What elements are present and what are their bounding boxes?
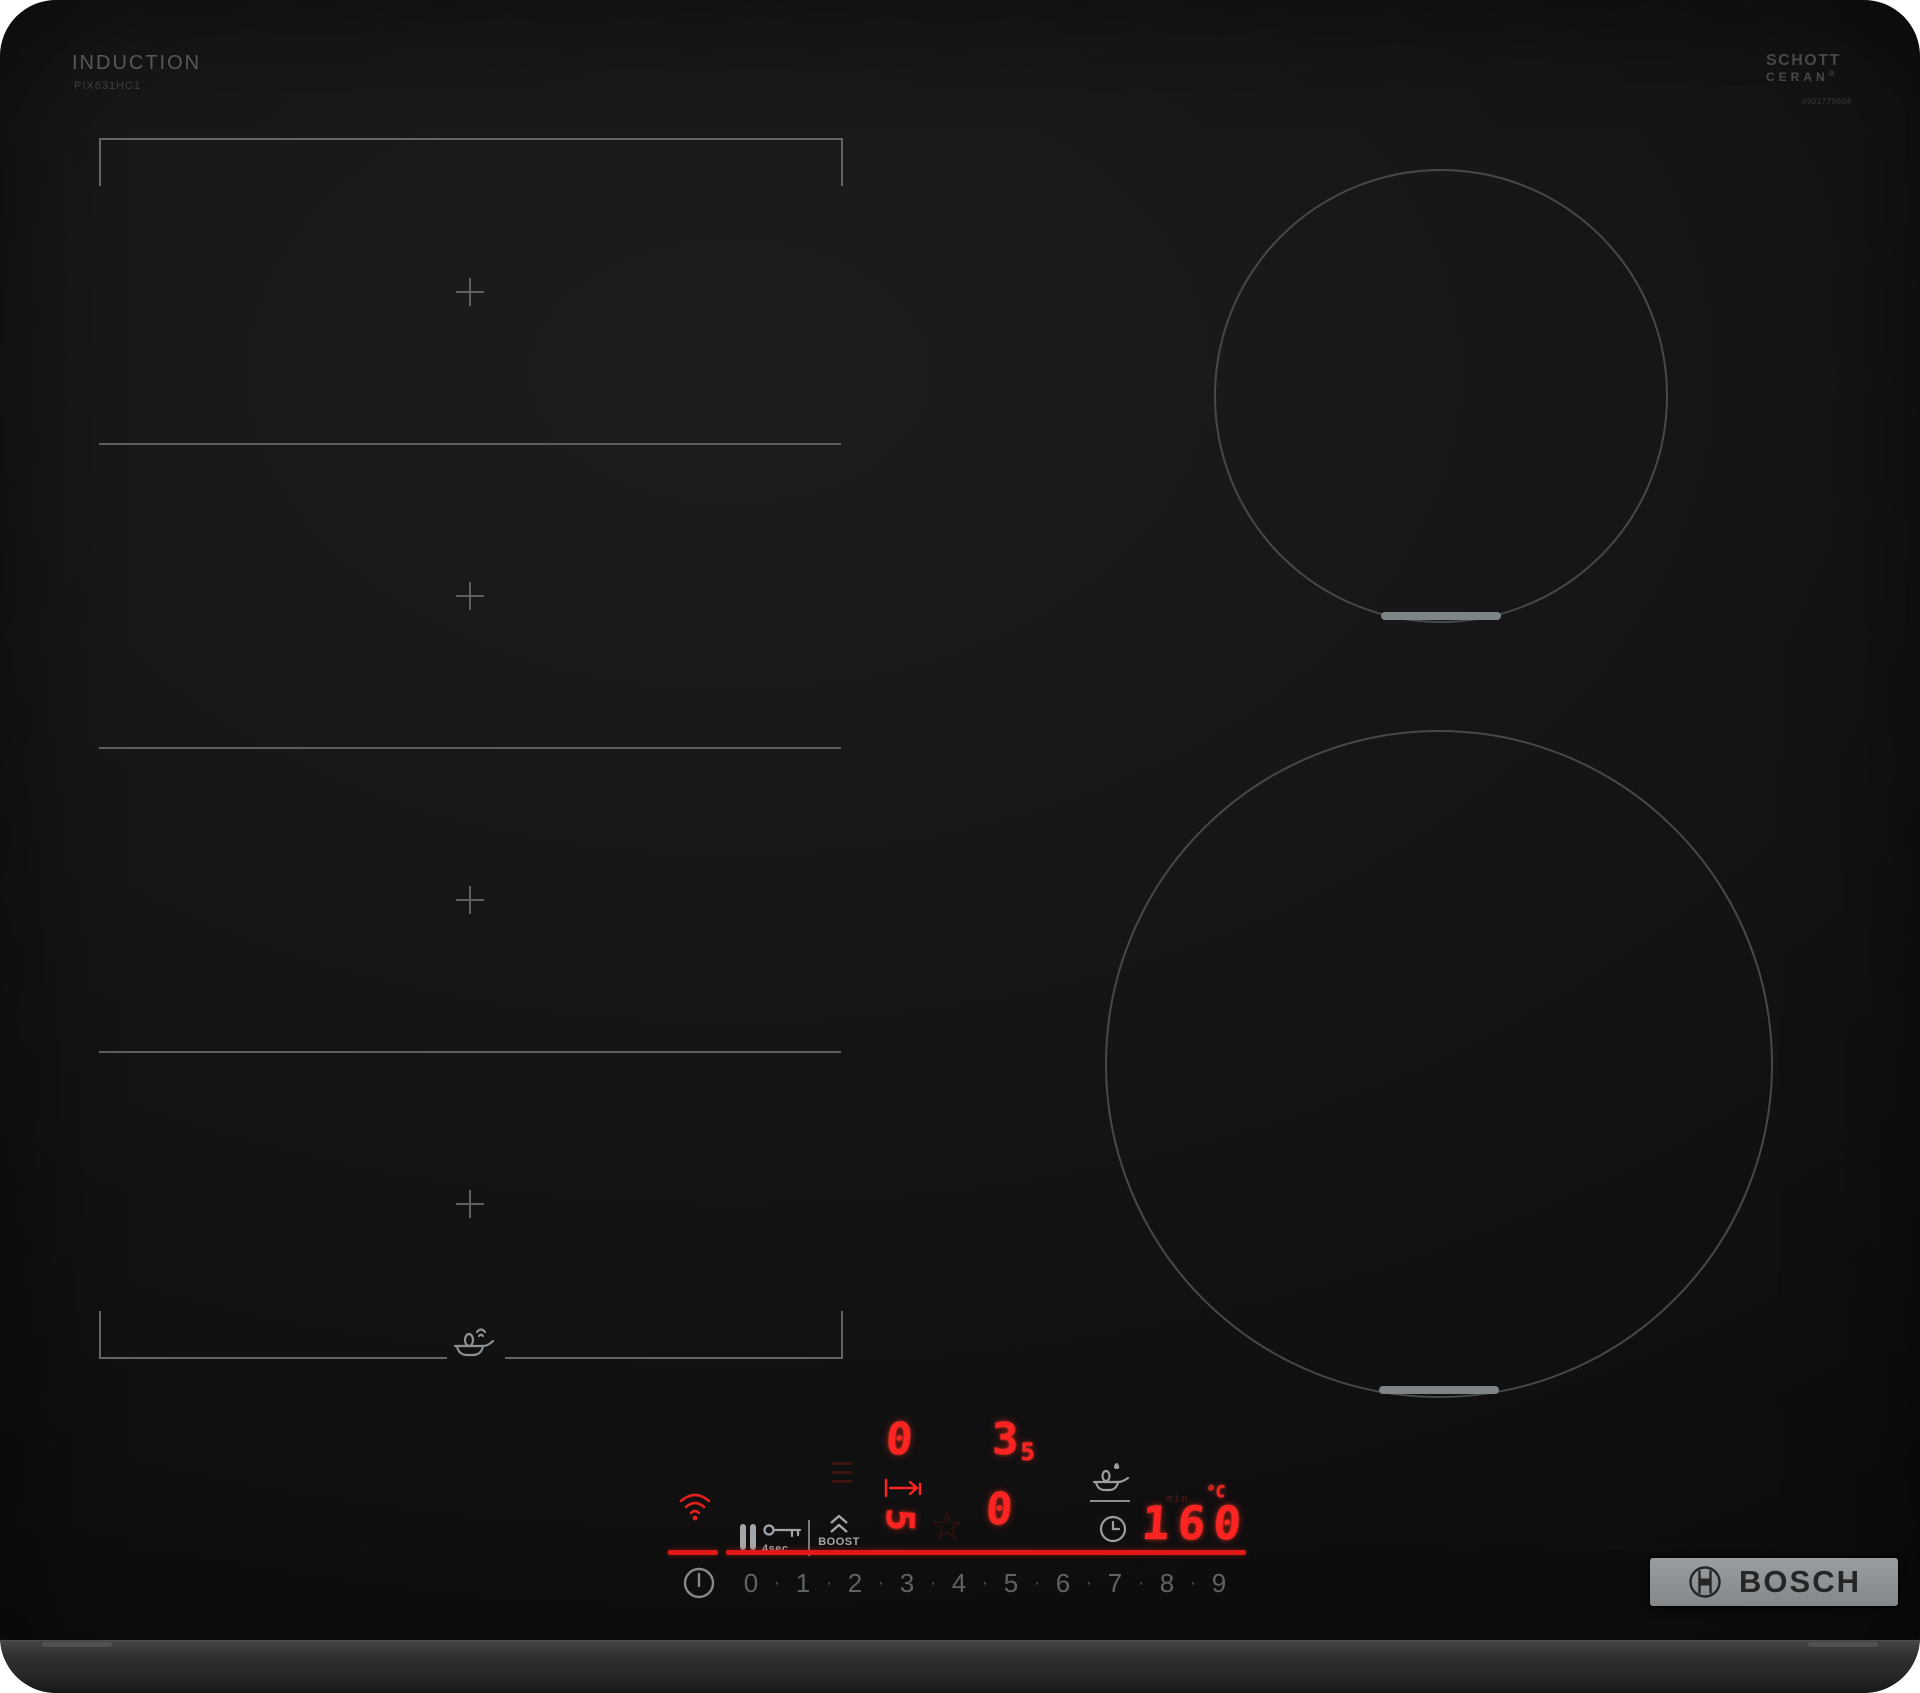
flex-zone-divider-line <box>99 1051 841 1053</box>
glass-serial-number: #901779664 <box>1802 97 1852 106</box>
rear-right-power-display[interactable]: 35 <box>992 1414 1035 1466</box>
surface-label: INDUCTION <box>72 52 202 74</box>
edge-highlight <box>1808 1642 1878 1647</box>
flex-zone-divider-line <box>99 443 841 445</box>
front-right-power-display[interactable]: 0 <box>984 1484 1014 1535</box>
hob-front-edge <box>0 1640 1920 1693</box>
level-4[interactable]: 4 <box>944 1568 974 1599</box>
level-8[interactable]: 8 <box>1152 1568 1182 1599</box>
slider-off-segment <box>668 1550 718 1555</box>
power-button[interactable] <box>682 1566 716 1600</box>
level-dot: · <box>1085 1571 1093 1594</box>
flex-zone-move-icon <box>884 1478 922 1498</box>
bosch-logo-text: BOSCH <box>1739 1564 1861 1599</box>
level-0[interactable]: 0 <box>736 1568 766 1599</box>
bosch-logo-plate: BOSCH <box>1650 1558 1898 1606</box>
level-dot: · <box>1189 1571 1197 1594</box>
level-dot: · <box>929 1571 937 1594</box>
key-icon <box>763 1524 802 1538</box>
flex-zone-plus-marker <box>456 886 484 914</box>
flex-zone-plus-marker <box>456 278 484 306</box>
model-number: PIX631HC1 <box>74 80 142 92</box>
flex-zone-bottom-bracket-right <box>505 1311 843 1359</box>
timer-clock-button[interactable] <box>1098 1514 1128 1544</box>
flex-zone-plus-marker <box>456 582 484 610</box>
level-1[interactable]: 1 <box>788 1568 818 1599</box>
frying-sensor-pan-icon <box>1092 1463 1130 1492</box>
level-2[interactable]: 2 <box>840 1568 870 1599</box>
induction-hob-surface: INDUCTION PIX631HC1 SCHOTT CERAN® #90177… <box>0 0 1920 1693</box>
schott-line: SCHOTT <box>1766 52 1841 69</box>
level-9[interactable]: 9 <box>1204 1568 1234 1599</box>
temp-value-display: 160 <box>1140 1496 1251 1550</box>
level-dot: · <box>877 1571 885 1594</box>
power-main-digit: 3 <box>992 1414 1019 1465</box>
front-right-cooking-zone <box>1105 730 1773 1398</box>
rear-right-cooking-zone <box>1214 169 1668 623</box>
level-dot: · <box>1137 1571 1145 1594</box>
front-zone-pan-marker <box>1379 1386 1499 1394</box>
registered-mark: ® <box>1828 68 1835 78</box>
level-dot: · <box>773 1571 781 1594</box>
flex-zone-top-bracket <box>99 138 843 186</box>
settings-menu-dim-icon <box>832 1462 852 1489</box>
sensor-divider <box>1090 1500 1130 1502</box>
level-dot: · <box>1033 1571 1041 1594</box>
rear-left-power-display[interactable]: 0 <box>884 1414 914 1465</box>
power-level-row[interactable]: 0 · 1 · 2 · 3 · 4 · 5 · 6 · 7 · 8 · 9 <box>736 1566 1236 1600</box>
favorite-star-button[interactable]: ☆ <box>930 1508 964 1546</box>
flex-zone-plus-marker <box>456 1190 484 1218</box>
level-6[interactable]: 6 <box>1048 1568 1078 1599</box>
front-left-power-display[interactable]: 5 <box>878 1496 922 1544</box>
level-3[interactable]: 3 <box>892 1568 922 1599</box>
schott-ceran-logo: SCHOTT CERAN® <box>1766 52 1876 84</box>
rear-zone-pan-marker <box>1381 612 1501 620</box>
level-5[interactable]: 5 <box>996 1568 1026 1599</box>
wifi-icon <box>679 1493 711 1521</box>
level-dot: · <box>981 1571 989 1594</box>
power-sub-digit: 5 <box>1020 1438 1035 1466</box>
bosch-anchor-icon <box>1689 1566 1721 1598</box>
flex-zone-bottom-bracket-left <box>99 1311 447 1359</box>
slider-scale-segment <box>726 1550 1246 1555</box>
cooking-sensor-pan-icon <box>453 1328 495 1357</box>
level-dot: · <box>825 1571 833 1594</box>
boost-chevrons-icon <box>830 1514 848 1533</box>
level-7[interactable]: 7 <box>1100 1568 1130 1599</box>
ceran-line: CERAN® <box>1766 68 1835 84</box>
power-slider[interactable] <box>664 1546 1254 1560</box>
flex-zone-divider-line <box>99 747 841 749</box>
edge-highlight <box>42 1642 112 1647</box>
